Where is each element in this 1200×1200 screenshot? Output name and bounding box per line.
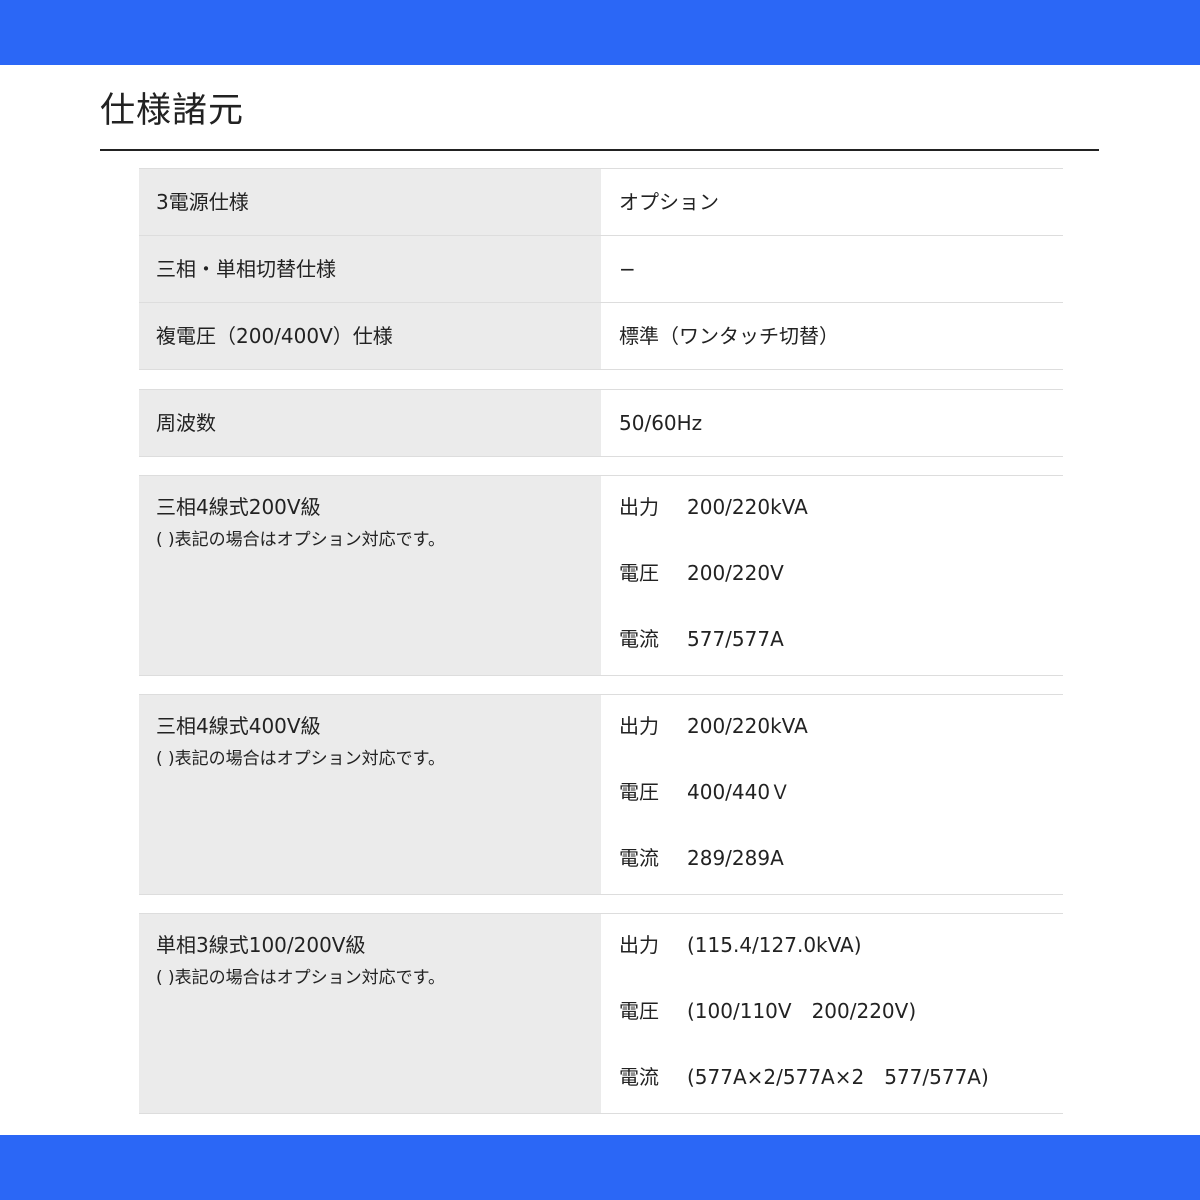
spec-value-cell: 標準（ワンタッチ切替） — [601, 303, 1063, 369]
option-note: ( )表記の場合はオプション対応です。 — [156, 968, 445, 988]
table-row: 三相4線式200V級 ( )表記の場合はオプション対応です。 出力 200/22… — [139, 476, 1063, 676]
spec-label-cell: 単相3線式100/200V級 ( )表記の場合はオプション対応です。 — [139, 914, 601, 1113]
output-label: 出力 — [619, 714, 659, 738]
spec-label-cell: 3電源仕様 — [139, 169, 601, 235]
top-banner — [0, 0, 1200, 65]
voltage-value: 200/220V — [687, 561, 784, 585]
voltage-line: 電圧 400/440Ｖ — [619, 778, 1053, 844]
current-value: 577/577A — [687, 627, 784, 651]
voltage-label: 電圧 — [619, 999, 659, 1023]
spec-label-cell: 周波数 — [139, 390, 601, 456]
spec-label: 三相・単相切替仕様 — [156, 257, 336, 281]
table-row: 三相・単相切替仕様 − — [139, 236, 1063, 303]
output-label: 出力 — [619, 933, 659, 957]
current-label: 電流 — [619, 846, 659, 870]
current-label: 電流 — [619, 1065, 659, 1089]
output-label: 出力 — [619, 495, 659, 519]
spec-value: 50/60Hz — [619, 411, 703, 435]
spec-table-power-options: 3電源仕様 オプション 三相・単相切替仕様 − 複電圧（200/400V）仕様 … — [139, 168, 1063, 370]
spec-label: 複電圧（200/400V）仕様 — [156, 324, 393, 348]
table-row: 周波数 50/60Hz — [139, 390, 1063, 457]
spec-table-frequency: 周波数 50/60Hz — [139, 389, 1063, 457]
table-row: 単相3線式100/200V級 ( )表記の場合はオプション対応です。 出力 (1… — [139, 914, 1063, 1114]
voltage-label: 電圧 — [619, 780, 659, 804]
output-line: 出力 200/220kVA — [619, 712, 1053, 778]
spec-value-cell: − — [601, 236, 1063, 302]
option-note: ( )表記の場合はオプション対応です。 — [156, 530, 445, 550]
spec-value-cell: 出力 (115.4/127.0kVA) 電圧 (100/110V 200/220… — [601, 914, 1063, 1113]
spec-value-cell: オプション — [601, 169, 1063, 235]
spec-label-cell: 三相・単相切替仕様 — [139, 236, 601, 302]
option-note: ( )表記の場合はオプション対応です。 — [156, 749, 445, 769]
spec-value-cell: 出力 200/220kVA 電圧 400/440Ｖ 電流 289/289A — [601, 695, 1063, 894]
spec-label: 単相3線式100/200V級 — [156, 933, 366, 957]
current-line: 電流 (577A×2/577A×2 577/577A) — [619, 1063, 1053, 1129]
voltage-line: 電圧 200/220V — [619, 559, 1053, 625]
current-line: 電流 577/577A — [619, 625, 1053, 691]
spec-label-cell: 複電圧（200/400V）仕様 — [139, 303, 601, 369]
output-value: (115.4/127.0kVA) — [687, 933, 862, 957]
spec-table-three-phase-400v: 三相4線式400V級 ( )表記の場合はオプション対応です。 出力 200/22… — [139, 694, 1063, 895]
bottom-banner — [0, 1135, 1200, 1200]
spec-value-cell: 50/60Hz — [601, 390, 1063, 456]
spec-table-three-phase-200v: 三相4線式200V級 ( )表記の場合はオプション対応です。 出力 200/22… — [139, 475, 1063, 676]
current-line: 電流 289/289A — [619, 844, 1053, 910]
spec-value: 標準（ワンタッチ切替） — [619, 324, 839, 348]
spec-label: 三相4線式400V級 — [156, 714, 321, 738]
output-value: 200/220kVA — [687, 714, 808, 738]
spec-table-single-phase-100-200v: 単相3線式100/200V級 ( )表記の場合はオプション対応です。 出力 (1… — [139, 913, 1063, 1114]
current-value: (577A×2/577A×2 577/577A) — [687, 1065, 989, 1089]
spec-value: − — [619, 257, 636, 281]
page-title: 仕様諸元 — [100, 91, 245, 131]
current-value: 289/289A — [687, 846, 784, 870]
spec-label-cell: 三相4線式400V級 ( )表記の場合はオプション対応です。 — [139, 695, 601, 894]
output-line: 出力 (115.4/127.0kVA) — [619, 931, 1053, 997]
table-row: 三相4線式400V級 ( )表記の場合はオプション対応です。 出力 200/22… — [139, 695, 1063, 895]
spec-value-cell: 出力 200/220kVA 電圧 200/220V 電流 577/577A — [601, 476, 1063, 675]
voltage-line: 電圧 (100/110V 200/220V) — [619, 997, 1053, 1063]
voltage-label: 電圧 — [619, 561, 659, 585]
output-line: 出力 200/220kVA — [619, 493, 1053, 559]
output-value: 200/220kVA — [687, 495, 808, 519]
voltage-value: (100/110V 200/220V) — [687, 999, 917, 1023]
spec-value: オプション — [619, 190, 719, 214]
spec-label: 三相4線式200V級 — [156, 495, 321, 519]
title-divider — [100, 149, 1099, 151]
voltage-value: 400/440Ｖ — [687, 780, 791, 804]
spec-label-cell: 三相4線式200V級 ( )表記の場合はオプション対応です。 — [139, 476, 601, 675]
table-row: 複電圧（200/400V）仕様 標準（ワンタッチ切替） — [139, 303, 1063, 370]
table-row: 3電源仕様 オプション — [139, 169, 1063, 236]
spec-label: 3電源仕様 — [156, 190, 249, 214]
spec-label: 周波数 — [156, 411, 216, 435]
current-label: 電流 — [619, 627, 659, 651]
